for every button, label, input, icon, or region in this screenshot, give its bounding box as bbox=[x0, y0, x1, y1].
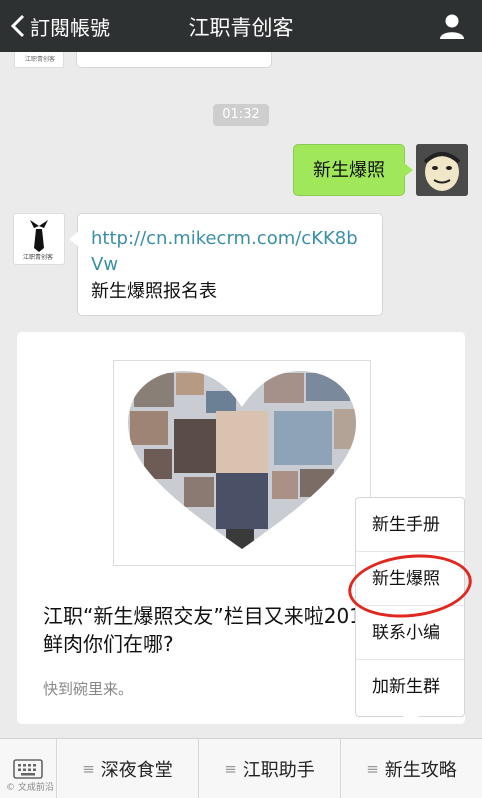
tab-freshman-guide[interactable]: ≡ 新生攻略 bbox=[341, 739, 482, 798]
person-icon[interactable] bbox=[438, 12, 466, 40]
watermark: © 文成前沿 bbox=[6, 783, 54, 793]
previous-message-bubble[interactable] bbox=[76, 52, 272, 68]
menu-lines-icon: ≡ bbox=[82, 760, 95, 778]
link-caption: 新生爆照报名表 bbox=[91, 281, 217, 302]
tab-late-night-canteen[interactable]: ≡ 深夜食堂 bbox=[57, 739, 199, 798]
menu-lines-icon: ≡ bbox=[366, 760, 379, 778]
tie-logo-icon bbox=[30, 220, 48, 252]
tab-assistant[interactable]: ≡ 江职助手 bbox=[199, 739, 341, 798]
form-link[interactable]: http://cn.mikecrm.com/cKK8bVw bbox=[91, 226, 369, 278]
account-avatar-previous[interactable]: 江职青创客 bbox=[14, 52, 64, 68]
article-description: 快到碗里来。 bbox=[43, 680, 134, 698]
back-label: 訂閱帳號 bbox=[30, 15, 110, 40]
keyboard-icon bbox=[13, 759, 43, 779]
menu-item-join-group[interactable]: 加新生群 bbox=[356, 660, 464, 714]
bottom-menu-bar: ≡ 深夜食堂 ≡ 江职助手 ≡ 新生攻略 bbox=[0, 738, 482, 798]
heart-collage-image bbox=[128, 371, 356, 549]
chevron-left-icon bbox=[10, 14, 25, 38]
tab-label: 江职助手 bbox=[242, 760, 315, 781]
account-avatar[interactable]: 江职青创客 bbox=[13, 213, 65, 265]
tab-label: 深夜食堂 bbox=[100, 760, 173, 781]
user-avatar[interactable] bbox=[416, 144, 468, 196]
menu-lines-icon: ≡ bbox=[224, 760, 237, 778]
back-button[interactable]: 訂閱帳號 bbox=[10, 10, 110, 42]
chat-area[interactable]: 江职青创客 01:32 新生爆照 江职青创客 http://cn.mikecrm… bbox=[0, 52, 482, 738]
tab-label: 新生攻略 bbox=[384, 760, 457, 781]
face-icon bbox=[416, 144, 468, 196]
outgoing-message-bubble[interactable]: 新生爆照 bbox=[293, 144, 413, 196]
message-timestamp: 01:32 bbox=[213, 104, 269, 126]
menu-item-freshman-handbook[interactable]: 新生手册 bbox=[356, 498, 464, 552]
avatar-caption: 江职青创客 bbox=[25, 56, 56, 63]
top-nav-bar: 訂閱帳號 江职青创客 bbox=[0, 0, 482, 52]
article-cover-image bbox=[113, 360, 371, 566]
link-message-bubble: http://cn.mikecrm.com/cKK8bVw 新生爆照报名表 bbox=[69, 213, 383, 316]
avatar-caption: 江职青创客 bbox=[23, 254, 54, 261]
